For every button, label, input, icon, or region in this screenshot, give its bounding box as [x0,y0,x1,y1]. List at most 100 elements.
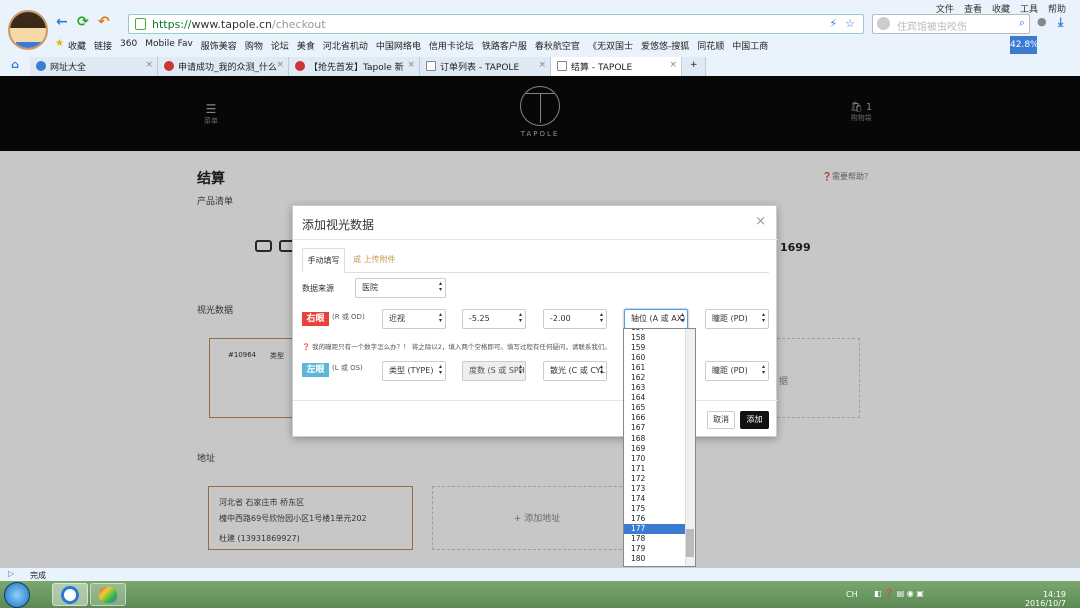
right-pd-select[interactable]: 瞳距 (PD) [705,309,769,329]
axis-option[interactable]: 174 [624,494,686,504]
menu-help[interactable]: 帮助 [1048,2,1066,15]
close-icon[interactable]: × [755,214,766,229]
chat-icon[interactable]: ● [1037,15,1047,28]
cancel-button[interactable]: 取消 [707,411,735,429]
tab-checkout[interactable]: 结算 - TAPOLE × [551,57,682,76]
tab-zhongce[interactable]: 申请成功_我的众测_什么 × [158,57,289,76]
scrollbar-thumb[interactable] [686,529,694,557]
source-select[interactable]: 医院 [355,278,446,298]
axis-option[interactable]: 165 [624,403,686,413]
axis-option[interactable]: 169 [624,444,686,454]
axis-option[interactable]: 161 [624,363,686,373]
clock-time: 14:19 [1042,590,1066,599]
tab-upload[interactable]: 或 上传附件 [353,248,396,273]
browser-search-input[interactable]: 住宾馆被虫咬伤 ⌕ [872,14,1030,34]
axis-option[interactable]: 172 [624,474,686,484]
user-avatar[interactable] [8,10,48,50]
bookmark-item[interactable]: 铁路客户服 [482,39,527,53]
left-type-select[interactable]: 类型 (TYPE) [382,361,446,381]
right-axis-select[interactable]: 轴位 (A 或 AX) [624,309,688,329]
address-bar[interactable]: https:// www.tapole.cn /checkout ⚡ ☆ [128,14,864,34]
bookmark-item[interactable]: 收藏 [68,39,86,53]
axis-option[interactable]: 163 [624,383,686,393]
tray-icons[interactable]: ◧ ❓ ▤ ◉ ▣ [874,589,924,598]
refresh-icon[interactable]: ⟳ [77,14,89,30]
close-icon[interactable]: × [145,60,153,70]
tab-tapole-news[interactable]: 【抢先首发】Tapole 新 × [289,57,420,76]
bookmark-item[interactable]: Mobile Fav [145,39,193,53]
axis-option[interactable]: 158 [624,333,686,343]
bookmark-item[interactable]: 中国网络电 [376,39,421,53]
bookmark-bar: 收藏 链接 360 Mobile Fav 服饰美容 购物 论坛 美食 河北省机动… [68,39,768,53]
bookmark-item[interactable]: 服饰美容 [201,39,237,53]
axis-option[interactable]: 162 [624,373,686,383]
undo-icon[interactable]: ↶ [98,14,110,30]
axis-option[interactable]: 171 [624,464,686,474]
axis-option[interactable]: 166 [624,413,686,423]
url-protocol: https:// [152,17,192,31]
close-icon[interactable]: × [538,60,546,70]
axis-option[interactable]: 170 [624,454,686,464]
search-icon[interactable]: ⌕ [1019,16,1025,30]
bookmark-item[interactable]: 爱悠悠-搜狐 [641,39,689,53]
sidebar-toggle-icon[interactable]: ▷ [8,569,14,578]
close-icon[interactable]: × [669,60,677,70]
bookmark-item[interactable]: 同花顺 [697,39,724,53]
right-cyl-select[interactable]: -2.00 [543,309,607,329]
left-pd-select[interactable]: 瞳距 (PD) [705,361,769,381]
search-engine-icon[interactable] [877,17,890,30]
bookmark-item[interactable]: 信用卡论坛 [429,39,474,53]
source-label: 数据来源 [302,284,334,293]
axis-option[interactable]: 176 [624,514,686,524]
axis-option[interactable]: 160 [624,353,686,363]
axis-option[interactable]: 168 [624,434,686,444]
axis-option[interactable]: 179 [624,544,686,554]
home-icon[interactable]: ⌂ [0,58,30,77]
axis-option[interactable]: 180 [624,554,686,564]
left-cyl-select[interactable]: 散光 (C 或 CYL) [543,361,607,381]
add-button[interactable]: 添加 [740,411,769,429]
right-type-select[interactable]: 近视 [382,309,446,329]
axis-option[interactable]: 175 [624,504,686,514]
bookmark-item[interactable]: 美食 [297,39,315,53]
bookmark-item[interactable]: 中国工商 [732,39,768,53]
start-button[interactable] [4,582,30,608]
axis-option[interactable]: 159 [624,343,686,353]
bookmark-item[interactable]: 河北省机动 [323,39,368,53]
bookmark-item[interactable]: 春秋航空官 [535,39,580,53]
axis-option[interactable]: 177 [624,523,686,534]
dropdown-scrollbar[interactable] [685,329,695,566]
taskbar-paint-app[interactable] [90,583,126,606]
star-icon[interactable]: ☆ [845,17,855,30]
axis-option[interactable]: 167 [624,423,686,433]
back-arrow-icon[interactable]: ← [56,14,68,30]
clock[interactable]: 14:19 2016/10/7 [1025,590,1066,608]
bookmark-item[interactable]: 360 [120,39,137,53]
modal-title: 添加视光数据 [302,218,375,232]
taskbar-browser-app[interactable] [52,583,88,606]
tab-manual[interactable]: 手动填写 [302,248,345,273]
bookmark-item[interactable]: 《无双国士 [588,39,633,53]
tab-order-list[interactable]: 订单列表 - TAPOLE × [420,57,551,76]
left-sph-select: 度数 (S 或 SPH) [462,361,526,381]
url-path: /checkout [272,17,326,31]
axis-option[interactable]: 173 [624,484,686,494]
close-icon[interactable]: × [407,60,415,70]
zoom-indicator[interactable]: 42.8% [1010,36,1039,54]
lightning-icon[interactable]: ⚡ [829,17,837,30]
bookmark-item[interactable]: 论坛 [271,39,289,53]
bookmark-item[interactable]: 购物 [245,39,263,53]
browser-chrome: 文件 查看 收藏 工具 帮助 ← ⟳ ↶ https:// www.tapole… [0,0,1080,76]
axis-dropdown-list[interactable]: 1571581591601611621631641651661671681691… [623,328,696,567]
axis-option[interactable]: 164 [624,393,686,403]
right-sph-select[interactable]: -5.25 [462,309,526,329]
axis-option[interactable]: 178 [624,534,686,544]
tab-nav[interactable]: 网址大全 × [30,57,158,76]
tab-label: 【抢先首发】Tapole 新 [309,63,404,73]
bookmark-item[interactable]: 链接 [94,39,112,53]
close-icon[interactable]: × [276,60,284,70]
new-tab-button[interactable]: + [682,57,706,76]
ime-indicator[interactable]: CH [846,590,858,599]
favorites-star-icon: ★ [55,38,64,49]
download-icon[interactable]: ⤓ [1058,15,1063,30]
